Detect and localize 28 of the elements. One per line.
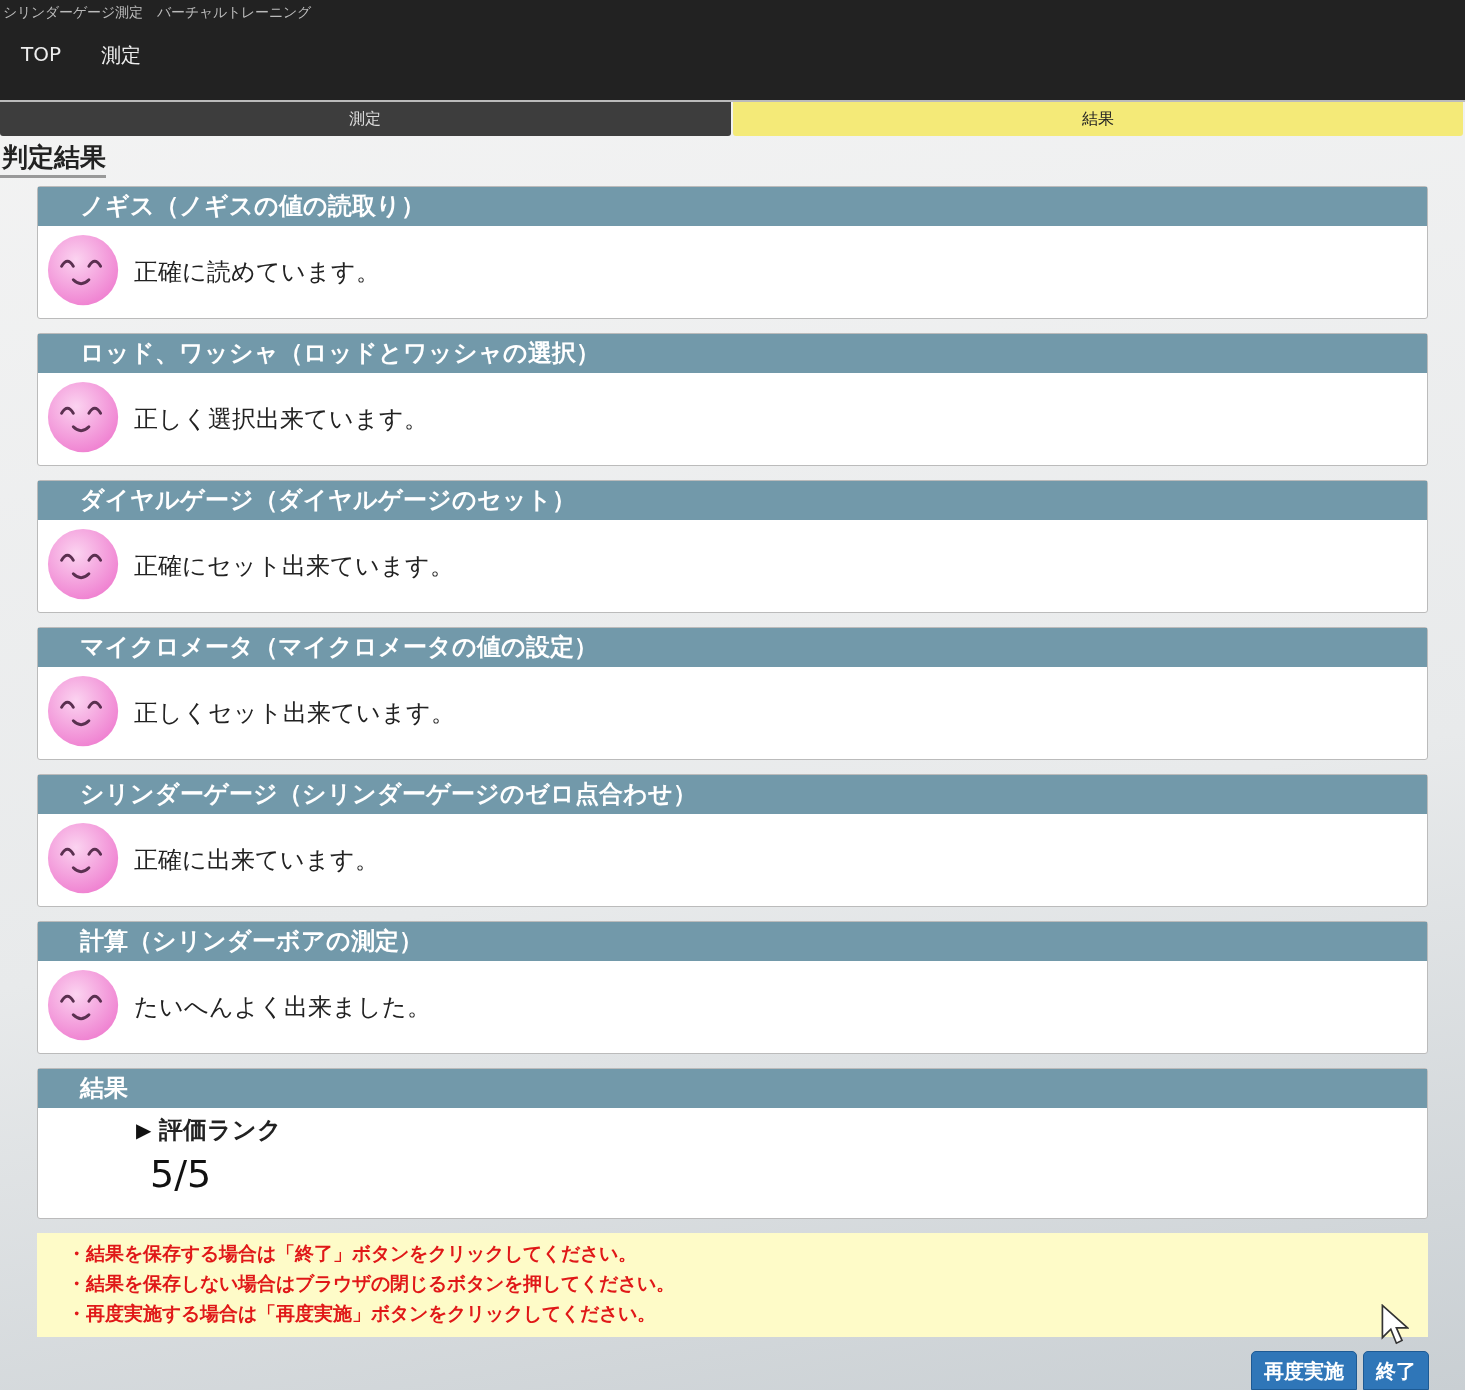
step-tab[interactable]: 結果 — [732, 102, 1463, 136]
triangle-marker: ▶ — [136, 1118, 152, 1142]
result-message: 正しくセット出来ています。 — [134, 698, 455, 729]
page-heading: 判定結果 — [0, 136, 106, 178]
card-title: ダイヤルゲージ（ダイヤルゲージのセット） — [38, 481, 1427, 520]
notice-text: ・結果を保存しない場合はブラウザの閉じるボタンを押してください。 — [67, 1271, 675, 1296]
mouse-pointer-icon — [1381, 1304, 1409, 1346]
notice-text: ・再度実施する場合は「再度実施」ボタンをクリックしてください。 — [67, 1301, 656, 1326]
app-title: シリンダーゲージ測定 バーチャルトレーニング — [3, 4, 312, 22]
card-title: ノギス（ノギスの値の読取り） — [38, 187, 1427, 226]
notice-text: ・結果を保存する場合は「終了」ボタンをクリックしてください。 — [67, 1241, 637, 1266]
action-button[interactable]: 終了 — [1363, 1351, 1429, 1390]
result-message: 正確に出来ています。 — [134, 845, 379, 876]
result-message: 正確にセット出来ています。 — [134, 551, 454, 582]
result-message: 正確に読めています。 — [134, 257, 380, 288]
nav-link[interactable]: 測定 — [101, 42, 142, 69]
card-title: シリンダーゲージ（シリンダーゲージのゼロ点合わせ） — [38, 775, 1427, 814]
rank-label: 評価ランク — [159, 1115, 283, 1146]
card-title: ロッド、ワッシャ（ロッドとワッシャの選択） — [38, 334, 1427, 373]
result-message: 正しく選択出来ています。 — [134, 404, 428, 435]
nav-link[interactable]: TOP — [21, 42, 62, 69]
card-title: 結果 — [38, 1069, 1427, 1108]
rank-value: 5/5 — [149, 1152, 213, 1196]
action-button[interactable]: 再度実施 — [1251, 1351, 1357, 1390]
card-title: マイクロメータ（マイクロメータの値の設定） — [38, 628, 1427, 667]
step-tab[interactable]: 測定 — [0, 102, 731, 136]
card-title: 計算（シリンダーボアの測定） — [38, 922, 1427, 961]
result-message: たいへんよく出来ました。 — [134, 992, 431, 1023]
